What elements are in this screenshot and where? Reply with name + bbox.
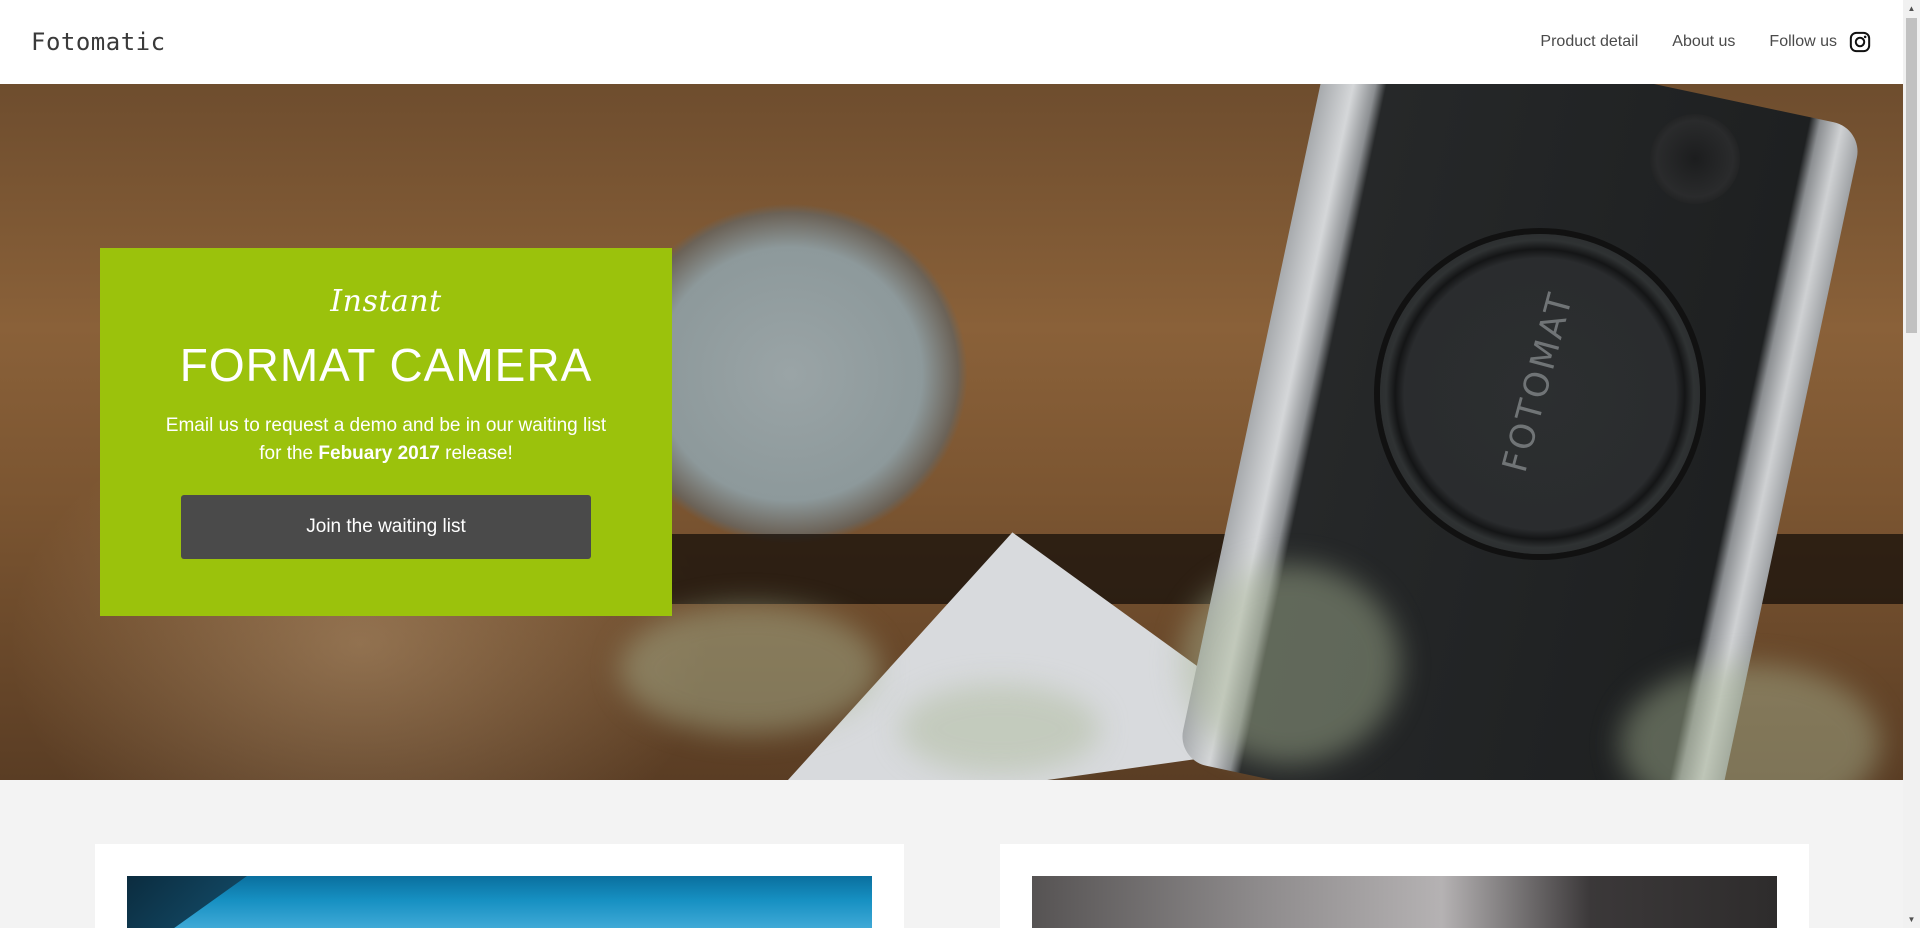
promo-release-date: Febuary 2017 <box>318 443 440 464</box>
scrollbar-thumb[interactable] <box>1906 18 1917 333</box>
nav-about-us[interactable]: About us <box>1672 33 1735 51</box>
hero-plant-blur <box>1180 564 1400 764</box>
instagram-icon[interactable] <box>1849 31 1871 53</box>
follow-us-label: Follow us <box>1769 33 1837 50</box>
promo-description: Email us to request a demo and be in our… <box>160 412 612 468</box>
main-nav: Product detail About us Follow us <box>1506 31 1871 53</box>
promo-kicker: Instant <box>330 284 442 319</box>
feature-card-right-image[interactable] <box>1032 876 1777 928</box>
promo-desc-part2: release! <box>439 443 513 464</box>
site-header: Fotomatic Product detail About us Follow… <box>0 0 1903 84</box>
hero-plant-blur <box>900 684 1100 774</box>
promo-title: FORMAT CAMERA <box>179 339 593 391</box>
hero-plant-blur <box>620 604 880 734</box>
feature-card-right[interactable] <box>1000 844 1809 928</box>
brand-logo[interactable]: Fotomatic <box>31 28 166 56</box>
nav-follow-us[interactable]: Follow us <box>1769 31 1871 53</box>
nav-product-detail[interactable]: Product detail <box>1540 33 1638 51</box>
page-scrollbar[interactable]: ▲ ▼ <box>1903 0 1920 928</box>
join-waiting-list-button[interactable]: Join the waiting list <box>181 495 591 559</box>
scroll-down-arrow-icon[interactable]: ▼ <box>1903 911 1920 928</box>
hero-camera-dial <box>1650 114 1740 204</box>
promo-card: Instant FORMAT CAMERA Email us to reques… <box>100 248 672 616</box>
feature-card-left[interactable] <box>95 844 904 928</box>
scroll-up-arrow-icon[interactable]: ▲ <box>1903 0 1920 17</box>
feature-card-left-image[interactable] <box>127 876 872 928</box>
